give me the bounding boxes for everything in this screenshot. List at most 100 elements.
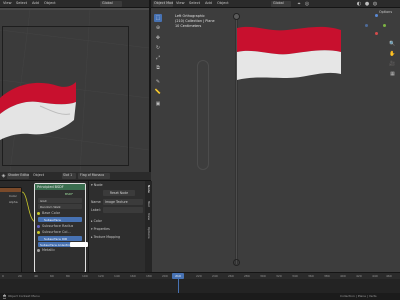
- material-name-field[interactable]: Flag of Monaco: [78, 173, 110, 179]
- timeline[interactable]: 0 20 40 60 80 100 120 140 160 180 200 22…: [0, 272, 400, 294]
- tick-label: 60: [50, 274, 54, 278]
- subsurface-field[interactable]: Subsurface: [38, 217, 82, 222]
- status-left-text: Object Context Menu: [8, 294, 40, 298]
- node-section-header[interactable]: ▾ Node: [91, 183, 103, 187]
- gizmo-neg-axis[interactable]: [365, 24, 368, 27]
- left-menu-add[interactable]: Add: [32, 1, 39, 6]
- left-global-dropdown[interactable]: Global: [100, 1, 122, 7]
- tick-label: 320: [276, 274, 282, 278]
- subsurface-method-value: Random Walk: [40, 205, 61, 209]
- right-viewport[interactable]: Object Mode View Select Add Object Globa…: [151, 0, 400, 272]
- tab-view[interactable]: View: [146, 213, 151, 220]
- snap-icon[interactable]: ⌖: [296, 1, 302, 7]
- tick-label: 260: [228, 274, 234, 278]
- proportional-edit-icon[interactable]: ◎: [304, 1, 310, 7]
- right-menu-select[interactable]: Select: [189, 1, 200, 6]
- tick-label: 160: [130, 274, 136, 278]
- left-viewport[interactable]: View Select Add Object Global: [0, 0, 149, 172]
- navigation-gizmo[interactable]: [365, 14, 387, 36]
- tick-label: 460: [386, 274, 392, 278]
- pole-base: [233, 259, 240, 266]
- tick-label: 340: [292, 274, 298, 278]
- camera-view-icon[interactable]: 🎥: [389, 60, 396, 67]
- tick-label: 400: [340, 274, 346, 278]
- metallic-label: Metallic: [42, 248, 56, 252]
- annotate-tool-icon[interactable]: ✎: [154, 78, 162, 86]
- right-menu-add[interactable]: Add: [205, 1, 212, 6]
- tab-options[interactable]: Options: [146, 227, 151, 239]
- color-section-header[interactable]: ▸ Color: [91, 219, 102, 223]
- scale-tool-icon[interactable]: ⤢: [154, 54, 162, 62]
- transform-tool-icon[interactable]: ⧉: [154, 64, 162, 72]
- gizmo-y-axis[interactable]: [383, 24, 386, 27]
- material-shading-icon[interactable]: ◍: [372, 1, 378, 7]
- tick-label: 180: [146, 274, 152, 278]
- tick-label: 280: [244, 274, 250, 278]
- status-right-text: Collection | Plane | Verts: [340, 294, 377, 298]
- subsurface-method-dropdown[interactable]: Random Walk: [38, 204, 82, 209]
- left-menu-select[interactable]: Select: [16, 1, 27, 6]
- move-tool-icon[interactable]: ✥: [154, 34, 162, 42]
- principled-node-title[interactable]: Principled BSDF: [35, 184, 85, 190]
- cursor-tool-icon[interactable]: ⊕: [154, 24, 162, 32]
- tool-shelf: ⬚ ⊕ ✥ ↻ ⤢ ⧉ ✎ 📏 ▣: [154, 14, 162, 114]
- socket-icon: [37, 211, 40, 215]
- solid-shading-icon[interactable]: ●: [364, 1, 370, 7]
- measure-tool-icon[interactable]: 📏: [154, 88, 162, 96]
- tick-label: 100: [82, 274, 88, 278]
- left-menu-view[interactable]: View: [3, 1, 12, 6]
- gizmo-z-axis[interactable]: [375, 14, 378, 17]
- label-label: Label:: [91, 208, 101, 212]
- overlay-icon[interactable]: ◐: [356, 1, 362, 7]
- subsurface-radius-label: Subsurface Radius: [42, 224, 74, 228]
- subsurface-ior-field[interactable]: Subsurface IOR: [38, 236, 82, 241]
- left-viewport-header: View Select Add Object Global: [0, 0, 149, 8]
- node-label-field[interactable]: [103, 207, 143, 213]
- distribution-value: GGX: [40, 199, 47, 203]
- add-cube-tool-icon[interactable]: ▣: [154, 100, 162, 108]
- texture-mapping-section-header[interactable]: ▸ Texture Mapping: [91, 235, 120, 239]
- node-name-field[interactable]: Image Texture: [103, 199, 143, 205]
- timeline-ruler[interactable]: 0 20 40 60 80 100 120 140 160 180 200 22…: [0, 273, 400, 279]
- tick-label: 440: [372, 274, 378, 278]
- select-tool-icon[interactable]: ⬚: [154, 14, 162, 22]
- principled-bsdf-node[interactable]: Principled BSDF BSDF GGX Random Walk Bas…: [34, 183, 86, 273]
- zoom-icon[interactable]: 🔍: [389, 40, 396, 47]
- pan-hand-icon[interactable]: ✋: [389, 50, 396, 57]
- subsurface-label: Subsurface: [44, 218, 61, 222]
- reset-node-button[interactable]: Reset Node: [103, 190, 135, 196]
- tick-label: 200: [162, 274, 168, 278]
- tick-label: 80: [66, 274, 70, 278]
- tab-node[interactable]: Node: [146, 185, 151, 193]
- playhead-line: [178, 279, 179, 294]
- tab-tool[interactable]: Tool: [146, 201, 151, 207]
- left-menu-object[interactable]: Object: [44, 1, 56, 6]
- editor-type-icon[interactable]: ◈: [1, 173, 6, 179]
- properties-section-header[interactable]: ▾ Properties: [91, 227, 110, 231]
- mouse-icon: 🖱: [2, 293, 6, 300]
- tick-label: 140: [114, 274, 120, 278]
- tick-label: 360: [308, 274, 314, 278]
- right-menu-view[interactable]: View: [176, 1, 185, 6]
- gizmo-x-axis[interactable]: [375, 32, 378, 35]
- pole-finial: [233, 13, 240, 20]
- rotate-tool-icon[interactable]: ↻: [154, 44, 162, 52]
- right-mode-dropdown[interactable]: Object Mode: [153, 1, 173, 7]
- subsurface-anisotropy-label: Subsurface Anisotropy: [40, 243, 74, 247]
- left-flag[interactable]: [0, 76, 80, 146]
- tick-label: 20: [18, 274, 22, 278]
- ortho-grid-icon[interactable]: ▦: [389, 70, 396, 77]
- distribution-dropdown[interactable]: GGX: [38, 198, 82, 203]
- right-global-dropdown[interactable]: Global: [271, 1, 291, 7]
- properties-section-label: Properties: [93, 227, 110, 231]
- sidebar-n-panel: ▾ Node Reset Node Name: Image Texture La…: [88, 181, 152, 272]
- base-color-swatch[interactable]: [70, 242, 88, 247]
- material-slot-dropdown[interactable]: Slot 1: [62, 173, 76, 179]
- right-flag[interactable]: [237, 22, 347, 92]
- tick-label: 40: [34, 274, 38, 278]
- name-label: Name:: [91, 200, 102, 204]
- shader-object-dropdown[interactable]: Object: [33, 173, 44, 178]
- right-menu-object[interactable]: Object: [217, 1, 229, 6]
- editor-type-dropdown[interactable]: Shader Editor: [7, 173, 29, 179]
- metallic-row: Metallic: [37, 248, 55, 253]
